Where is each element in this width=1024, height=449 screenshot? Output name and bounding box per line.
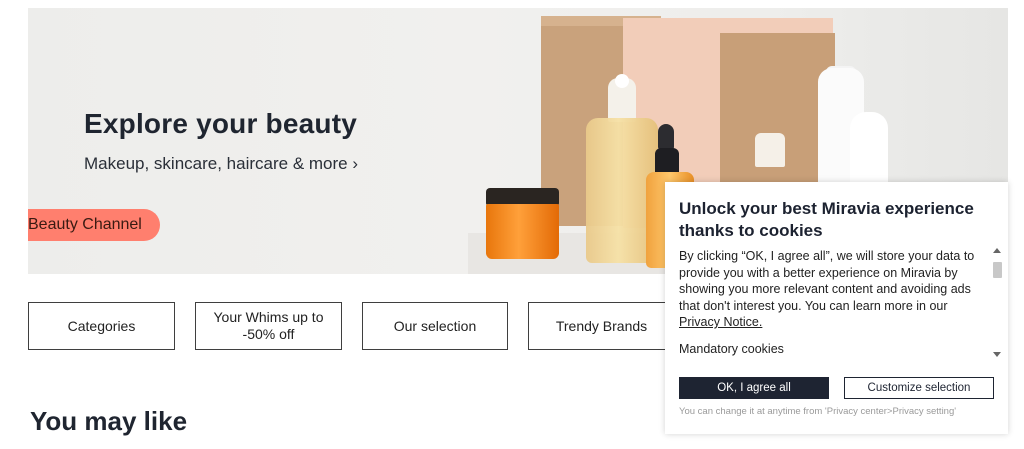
customize-selection-button[interactable]: Customize selection [844,377,994,399]
privacy-notice-link[interactable]: Privacy Notice. [679,315,762,329]
beauty-channel-button[interactable]: Beauty Channel [28,209,160,241]
hero-subtitle-link[interactable]: Makeup, skincare, haircare & more › [84,154,358,174]
cookie-text-scroll-area[interactable]: By clicking “OK, I agree all”, we will s… [679,248,985,362]
cookie-consent-panel: Unlock your best Miravia experience than… [665,182,1008,434]
agree-all-button[interactable]: OK, I agree all [679,377,829,399]
hero-title: Explore your beauty [84,108,357,139]
trendy-brands-label: Trendy Brands [555,317,648,334]
cookie-scrollbar[interactable] [992,248,1002,364]
cream-jar-image [486,204,559,259]
whims-discount-label: Your Whims up to -50% off [213,309,324,342]
dropper-bottle-image [655,148,679,174]
dropper-bottle-image [615,74,629,88]
scroll-down-arrow-icon[interactable] [993,352,1001,357]
scroll-up-arrow-icon[interactable] [993,248,1001,253]
privacy-settings-note: You can change it at anytime from 'Priva… [679,406,957,417]
cookie-body-text: By clicking “OK, I agree all”, we will s… [679,249,975,313]
cookie-title: Unlock your best Miravia experience than… [679,199,974,240]
cream-jar-lid-image [486,188,559,205]
scrollbar-thumb[interactable] [993,262,1002,278]
you-may-like-heading: You may like [30,406,188,436]
our-selection-label: Our selection [393,317,477,334]
categories-button[interactable]: Categories [28,302,175,350]
categories-label: Categories [67,317,136,334]
cookie-body: By clicking “OK, I agree all”, we will s… [679,248,985,331]
mandatory-cookies-heading: Mandatory cookies [679,341,784,356]
whims-discount-button[interactable]: Your Whims up to -50% off [195,302,342,350]
trendy-brands-button[interactable]: Trendy Brands [528,302,675,350]
glass-flask-image [755,133,785,167]
dropper-bottle-image [658,124,674,150]
our-selection-button[interactable]: Our selection [362,302,508,350]
